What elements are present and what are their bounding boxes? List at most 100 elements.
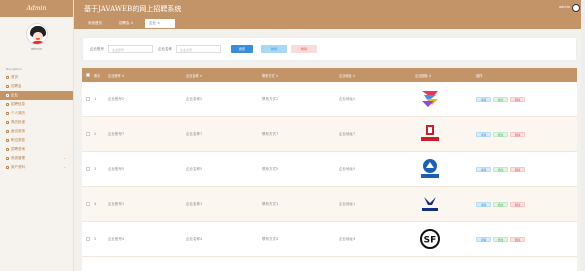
name-search-input[interactable]: 企业名称 [176, 45, 221, 53]
row-address: 企业地址2 [339, 96, 356, 101]
nav-icon [6, 94, 9, 97]
sidebar-item-label: 企业 [11, 93, 18, 97]
nav-icon [6, 166, 9, 169]
detail-button[interactable]: 详情 [476, 236, 491, 242]
sidebar-item-6[interactable]: 面试邀请 [0, 127, 73, 136]
account-label: 企业账号 [90, 47, 104, 51]
row-address: 企业地址7 [339, 131, 356, 136]
scrollbar[interactable] [581, 0, 585, 271]
tab-bar: 系统首页 招聘会 × 企业 × [74, 17, 585, 29]
row-account: 企业账号7 [108, 131, 125, 136]
row-name: 企业名称5 [186, 166, 203, 171]
row-index: 4 [94, 202, 97, 206]
tab-company[interactable]: 企业 × [145, 19, 175, 28]
table-row: 4 企业账号1 企业名称1 联系方式1 企业地址1 长飞 详情修改删除 [82, 187, 577, 222]
edit-button[interactable]: 修改 [493, 236, 508, 242]
row-address: 企业地址1 [339, 201, 356, 206]
row-delete-button[interactable]: 删除 [510, 201, 525, 207]
edit-button[interactable]: 修改 [493, 131, 508, 137]
nav-icon [6, 157, 9, 160]
sidebar-item-2[interactable]: 企业 [0, 91, 73, 100]
sidebar-item-1[interactable]: 招聘会 [0, 82, 73, 91]
select-all-checkbox[interactable] [86, 73, 90, 77]
detail-button[interactable]: 详情 [476, 96, 491, 102]
row-delete-button[interactable]: 删除 [510, 96, 525, 102]
admin-avatar[interactable] [572, 4, 580, 12]
col-logo[interactable]: 企业图标 ⇕ [413, 73, 474, 78]
edit-button[interactable]: 修改 [493, 96, 508, 102]
sidebar-item-label: 职位类型 [11, 138, 25, 142]
row-contact: 联系方式5 [262, 166, 279, 171]
sidebar-item-7[interactable]: 职位类型 [0, 136, 73, 145]
detail-button[interactable]: 详情 [476, 166, 491, 172]
row-contact: 联系方式2 [262, 96, 279, 101]
row-delete-button[interactable]: 删除 [510, 131, 525, 137]
sidebar-item-9[interactable]: 系统管理 ⌄ [0, 154, 73, 163]
sidebar-item-5[interactable]: 简历投递 [0, 118, 73, 127]
avatar[interactable] [25, 23, 48, 45]
row-checkbox[interactable] [86, 132, 90, 136]
sidebar-item-label: 用户资料 [11, 165, 25, 169]
sidebar: Admin admin Navigation 首页 招聘会 企业 招聘信息 个人简历 简历… [0, 0, 74, 271]
row-delete-button[interactable]: 删除 [510, 166, 525, 172]
detail-button[interactable]: 详情 [476, 201, 491, 207]
row-index: 5 [94, 237, 97, 241]
add-button[interactable]: 新增 [261, 45, 287, 53]
row-index: 3 [94, 167, 97, 171]
row-index: 1 [94, 97, 97, 101]
nav-icon [6, 103, 9, 106]
row-index: 2 [94, 132, 97, 136]
page-title: 基于JAVAWEB的网上招聘系统 [84, 5, 182, 13]
row-name: 企业名称1 [186, 201, 203, 206]
row-contact: 联系方式7 [262, 131, 279, 136]
row-checkbox[interactable] [86, 237, 90, 241]
row-name: 企业名称7 [186, 131, 203, 136]
company-logo: 重庆普惠 [415, 85, 445, 113]
col-address[interactable]: 企业地址 ⇕ [337, 73, 413, 78]
row-name: 企业名称2 [186, 96, 203, 101]
nav-section-title: Navigation [6, 67, 23, 71]
row-checkbox[interactable] [86, 202, 90, 206]
detail-button[interactable]: 详情 [476, 131, 491, 137]
company-logo: 保障开发 [415, 155, 445, 183]
chevron-down-icon: ⌄ [63, 165, 66, 169]
delete-button[interactable]: 删除 [291, 45, 317, 53]
sidebar-item-0[interactable]: 首页 [0, 73, 73, 82]
nav-icon [6, 148, 9, 151]
sidebar-item-label: 首页 [11, 75, 18, 79]
admin-name[interactable]: admin [559, 5, 570, 9]
row-account: 企业账号4 [108, 236, 125, 241]
table-row: 2 企业账号7 企业名称7 联系方式7 企业地址7 永飞建设 详情修改删除 [82, 117, 577, 152]
row-account: 企业账号1 [108, 201, 125, 206]
col-name[interactable]: 企业名称 ⇕ [184, 73, 260, 78]
sidebar-item-8[interactable]: 招聘咨询 [0, 145, 73, 154]
row-address: 企业地址5 [339, 166, 356, 171]
row-account: 企业账号5 [108, 166, 125, 171]
sidebar-item-4[interactable]: 个人简历 [0, 109, 73, 118]
company-logo: 长飞 [415, 190, 445, 218]
row-checkbox[interactable] [86, 97, 90, 101]
row-checkbox[interactable] [86, 167, 90, 171]
name-label: 企业名称 [158, 47, 172, 51]
edit-button[interactable]: 修改 [493, 166, 508, 172]
tab-job-fair[interactable]: 招聘会 × [115, 19, 138, 28]
row-account: 企业账号2 [108, 96, 125, 101]
edit-button[interactable]: 修改 [493, 201, 508, 207]
search-panel: 企业账号 企业账号 企业名称 企业名称 搜索 新增 删除 [82, 37, 577, 61]
col-contact[interactable]: 联系方式 ⇕ [260, 73, 337, 78]
sidebar-item-label: 系统管理 [11, 156, 25, 160]
company-table: 索引 企业账号 ⇕ 企业名称 ⇕ 联系方式 ⇕ 企业地址 ⇕ 企业图标 ⇕ 操作… [82, 68, 577, 271]
nav-icon [6, 130, 9, 133]
brand-logo: Admin [0, 0, 73, 17]
col-operations: 操作 [476, 73, 483, 78]
row-contact: 联系方式1 [262, 201, 279, 206]
account-search-input[interactable]: 企业账号 [108, 45, 153, 53]
tab-home[interactable]: 系统首页 [84, 19, 106, 28]
row-name: 企业名称4 [186, 236, 203, 241]
sidebar-item-10[interactable]: 用户资料 ⌄ [0, 163, 73, 172]
nav-icon [6, 112, 9, 115]
sidebar-item-3[interactable]: 招聘信息 [0, 100, 73, 109]
search-button[interactable]: 搜索 [231, 45, 253, 53]
col-account[interactable]: 企业账号 ⇕ [106, 73, 184, 78]
row-delete-button[interactable]: 删除 [510, 236, 525, 242]
